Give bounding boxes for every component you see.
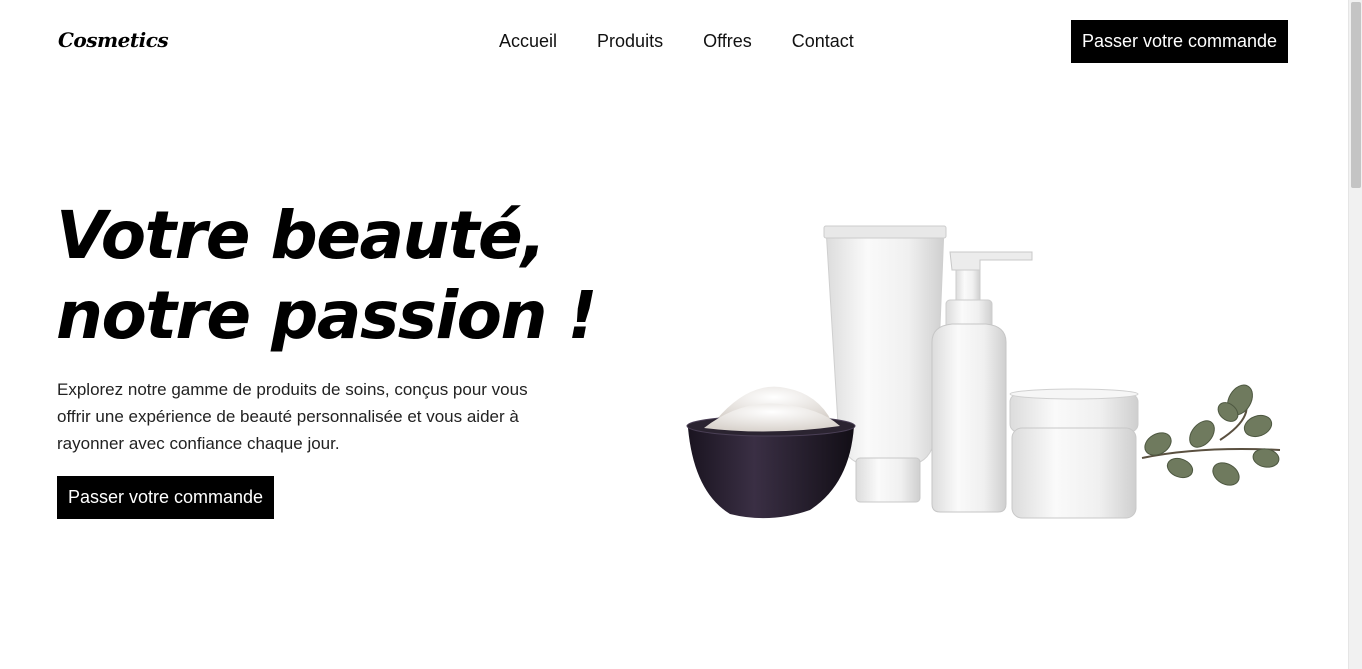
hero-description: Explorez notre gamme de produits de soin… [57,380,528,453]
nav-link-produits[interactable]: Produits [597,31,663,52]
hero-title: Votre beauté, notre passion ! [56,196,676,356]
hero-title-line-1: Votre beauté, [56,197,546,274]
hero-section: Votre beauté, notre passion ! Explorez n… [0,84,1348,669]
cosmetics-products-image [686,225,1281,519]
order-button-header[interactable]: Passer votre commande [1071,20,1288,63]
brand-logo[interactable]: Cosmetics [58,28,169,52]
main-nav: Accueil Produits Offres Contact [499,31,854,52]
salt-bowl [686,386,856,519]
scrollbar-thumb[interactable] [1351,2,1361,188]
nav-link-accueil[interactable]: Accueil [499,31,557,52]
hero-title-line-2: notre passion ! [56,277,598,354]
order-button-hero[interactable]: Passer votre commande [57,476,274,519]
cream-jar [1009,388,1139,519]
page-scrollbar[interactable] [1348,0,1362,669]
site-header: Cosmetics Accueil Produits Offres Contac… [0,0,1348,84]
nav-link-offres[interactable]: Offres [703,31,752,52]
eucalyptus-branch [1141,384,1281,486]
nav-link-contact[interactable]: Contact [792,31,854,52]
